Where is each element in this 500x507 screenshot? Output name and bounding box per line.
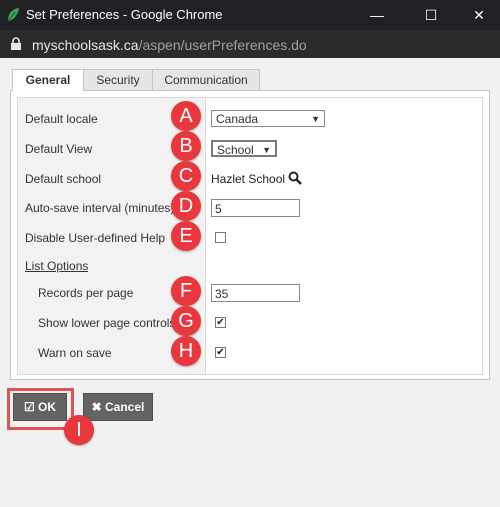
- default-school-value: Hazlet School: [211, 172, 286, 186]
- show-lower-controls-label: Show lower page controls: [38, 316, 175, 330]
- default-view-select[interactable]: School ▼: [211, 140, 277, 157]
- tab-security[interactable]: Security: [83, 69, 153, 90]
- url-text: myschoolsask.ca/aspen/userPreferences.do: [32, 37, 307, 53]
- general-panel: Default locale Canada ▼ Default View Sch…: [10, 90, 490, 380]
- checkmark-icon: ✔: [216, 317, 225, 328]
- window-titlebar: Set Preferences - Google Chrome — ☐ ✕: [0, 0, 500, 30]
- search-icon[interactable]: [288, 171, 302, 185]
- lock-icon: [11, 37, 21, 50]
- checkmark-icon: ☑: [23, 400, 35, 414]
- records-per-page-label: Records per page: [38, 286, 134, 300]
- callout-marker-e: E: [171, 221, 201, 251]
- default-view-value: School: [217, 143, 254, 157]
- cancel-button[interactable]: ✖ Cancel: [83, 393, 153, 421]
- minimize-icon[interactable]: —: [366, 4, 388, 26]
- preferences-form: Default locale Canada ▼ Default View Sch…: [17, 97, 483, 375]
- dropdown-arrow-icon: ▼: [262, 145, 271, 155]
- callout-marker-g: G: [171, 306, 201, 336]
- disable-help-label: Disable User-defined Help: [25, 231, 166, 245]
- autosave-input[interactable]: 5: [211, 199, 300, 217]
- address-bar[interactable]: myschoolsask.ca/aspen/userPreferences.do: [0, 30, 500, 58]
- disable-help-checkbox[interactable]: [215, 232, 226, 243]
- warn-on-save-checkbox[interactable]: ✔: [215, 347, 226, 358]
- autosave-label: Auto-save interval (minutes): [25, 201, 175, 215]
- tab-general[interactable]: General: [12, 69, 84, 91]
- maximize-icon[interactable]: ☐: [420, 4, 442, 26]
- dropdown-arrow-icon: ▼: [311, 114, 320, 124]
- default-locale-label: Default locale: [25, 112, 98, 126]
- window-title: Set Preferences - Google Chrome: [26, 7, 223, 22]
- callout-marker-a: A: [171, 101, 201, 131]
- default-school-label: Default school: [25, 172, 102, 186]
- leaf-icon: [7, 8, 19, 22]
- callout-marker-f: F: [171, 276, 201, 306]
- default-view-label: Default View: [25, 142, 93, 156]
- x-icon: ✖: [91, 400, 102, 414]
- checkmark-icon: ✔: [216, 347, 225, 358]
- close-icon[interactable]: ✕: [468, 4, 490, 26]
- callout-marker-d: D: [171, 191, 201, 221]
- ok-button[interactable]: ☑ OK: [13, 393, 67, 421]
- callout-marker-i: I: [64, 415, 94, 445]
- default-locale-select[interactable]: Canada ▼: [211, 110, 325, 127]
- show-lower-controls-checkbox[interactable]: ✔: [215, 317, 226, 328]
- dialog-content: General Security Communication Default l…: [0, 58, 500, 507]
- callout-marker-c: C: [171, 161, 201, 191]
- list-options-heading: List Options: [25, 259, 89, 273]
- callout-marker-h: H: [171, 336, 201, 366]
- callout-marker-b: B: [171, 131, 201, 161]
- tab-communication[interactable]: Communication: [152, 69, 260, 90]
- default-locale-value: Canada: [216, 112, 259, 126]
- warn-on-save-label: Warn on save: [38, 346, 112, 360]
- records-per-page-input[interactable]: 35: [211, 284, 300, 302]
